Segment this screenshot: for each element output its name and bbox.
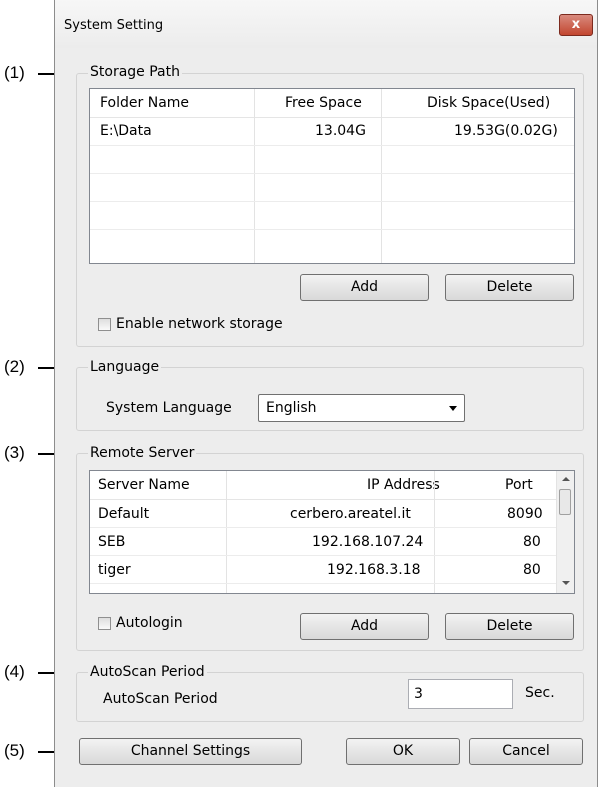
chevron-down-icon <box>449 406 457 411</box>
callout-1: (1) <box>4 63 25 82</box>
system-setting-dialog: System Setting x Storage Path Folder Nam… <box>54 0 598 787</box>
remote-table-header: Server Name IP Address Port <box>90 471 557 500</box>
callout-3: (3) <box>4 443 25 462</box>
language-label: Language <box>88 359 162 375</box>
row-divider <box>90 145 574 146</box>
cell-ip-address: 192.168.3.18 <box>327 562 421 578</box>
close-button[interactable]: x <box>559 14 593 36</box>
column-divider <box>434 471 435 593</box>
cancel-button[interactable]: Cancel <box>469 738 583 765</box>
autoscan-group-label: AutoScan Period <box>88 664 207 680</box>
callout-4: (4) <box>4 662 25 681</box>
channel-settings-button[interactable]: Channel Settings <box>79 738 302 765</box>
system-language-label: System Language <box>106 400 232 416</box>
autoscan-period-label: AutoScan Period <box>103 691 218 707</box>
storage-table[interactable]: Folder Name Free Space Disk Space(Used) … <box>89 88 575 264</box>
autoscan-period-input[interactable]: 3 <box>408 679 513 709</box>
callout-2: (2) <box>4 357 25 376</box>
ok-button[interactable]: OK <box>346 738 460 765</box>
autologin-label: Autologin <box>116 615 183 631</box>
cell-disk-space: 19.53G(0.02G) <box>454 123 558 139</box>
callout-5: (5) <box>4 741 25 760</box>
network-storage-checkbox[interactable] <box>98 318 111 331</box>
col-server-name[interactable]: Server Name <box>98 471 190 499</box>
col-ip-address[interactable]: IP Address <box>367 471 440 499</box>
col-port[interactable]: Port <box>505 471 533 499</box>
scroll-up-icon[interactable] <box>562 477 570 481</box>
close-icon: x <box>571 17 581 32</box>
cell-folder: E:\Data <box>100 123 152 139</box>
col-disk-space[interactable]: Disk Space(Used) <box>427 89 550 117</box>
storage-path-label: Storage Path <box>88 64 182 80</box>
row-divider <box>90 583 557 584</box>
title-bar: System Setting x <box>55 0 597 48</box>
cell-server-name: SEB <box>98 534 126 550</box>
autologin-checkbox[interactable] <box>98 617 111 630</box>
cell-port: 80 <box>523 534 541 550</box>
remote-add-button[interactable]: Add <box>300 613 429 640</box>
scroll-thumb[interactable] <box>559 489 571 515</box>
language-selected-value: English <box>266 400 317 416</box>
cell-ip-address: 192.168.107.24 <box>312 534 424 550</box>
cell-port: 80 <box>523 562 541 578</box>
cell-server-name: Default <box>98 506 150 522</box>
window-title: System Setting <box>64 18 164 33</box>
remote-table-scrollbar[interactable] <box>556 471 574 593</box>
storage-delete-button[interactable]: Delete <box>445 274 574 301</box>
storage-add-button[interactable]: Add <box>300 274 429 301</box>
row-divider <box>90 201 574 202</box>
cell-port: 8090 <box>507 506 543 522</box>
column-divider <box>381 89 382 263</box>
col-folder-name[interactable]: Folder Name <box>100 89 189 117</box>
scroll-down-icon[interactable] <box>562 581 570 585</box>
remote-server-label: Remote Server <box>88 445 197 461</box>
autoscan-unit-label: Sec. <box>525 685 555 701</box>
storage-table-header: Folder Name Free Space Disk Space(Used) <box>90 89 574 118</box>
remote-server-table[interactable]: Server Name IP Address Port Default cerb… <box>89 470 575 594</box>
row-divider <box>90 173 574 174</box>
network-storage-label: Enable network storage <box>116 316 283 332</box>
col-free-space[interactable]: Free Space <box>285 89 362 117</box>
row-divider <box>90 229 574 230</box>
cell-ip-address: cerbero.areatel.it <box>290 506 411 522</box>
language-select[interactable]: English <box>258 394 465 422</box>
column-divider <box>226 471 227 593</box>
column-divider <box>254 89 255 263</box>
remote-delete-button[interactable]: Delete <box>445 613 574 640</box>
cell-server-name: tiger <box>98 562 131 578</box>
cell-free-space: 13.04G <box>315 123 366 139</box>
